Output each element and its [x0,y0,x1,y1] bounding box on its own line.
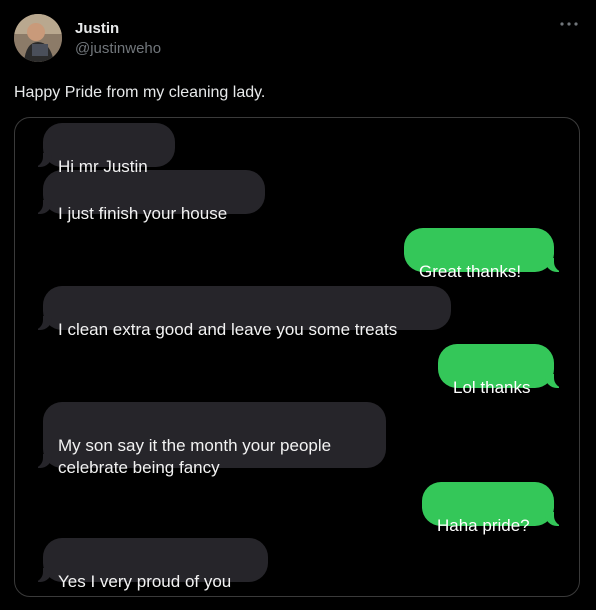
message-text: Great thanks! [419,262,522,281]
message-bubble-outgoing: Lol thanks [438,344,564,397]
author-name[interactable]: Justin [75,20,119,37]
tweet-media-screenshot[interactable]: Hi mr Justin I just finish your house Gr… [14,117,580,597]
message-text: Lol thanks [453,378,531,397]
message-text: I clean extra good and leave you some tr… [58,320,398,339]
message-text: Haha pride? [437,516,530,535]
more-icon[interactable] [558,16,580,38]
message-bubble-outgoing: Great thanks! [404,228,564,281]
message-text: Hi mr Justin [58,157,148,176]
avatar[interactable] [14,14,62,62]
message-bubble-incoming: Yes I very proud of you [33,538,268,591]
message-text: I just finish your house [58,204,228,223]
message-bubble-outgoing: Haha pride? [422,482,564,535]
message-bubble-incoming: I just finish your house [33,170,265,223]
tweet-text: Happy Pride from my cleaning lady. [14,84,266,101]
message-bubble-incoming: My son say it the month your people cele… [33,402,386,477]
message-bubble-incoming: Hi mr Justin [33,123,175,176]
message-text: Yes I very proud of you [58,572,232,591]
message-bubble-incoming: I clean extra good and leave you some tr… [33,286,451,339]
author-handle[interactable]: @justinweho [75,40,161,57]
message-text: My son say it the month your people cele… [58,436,332,477]
